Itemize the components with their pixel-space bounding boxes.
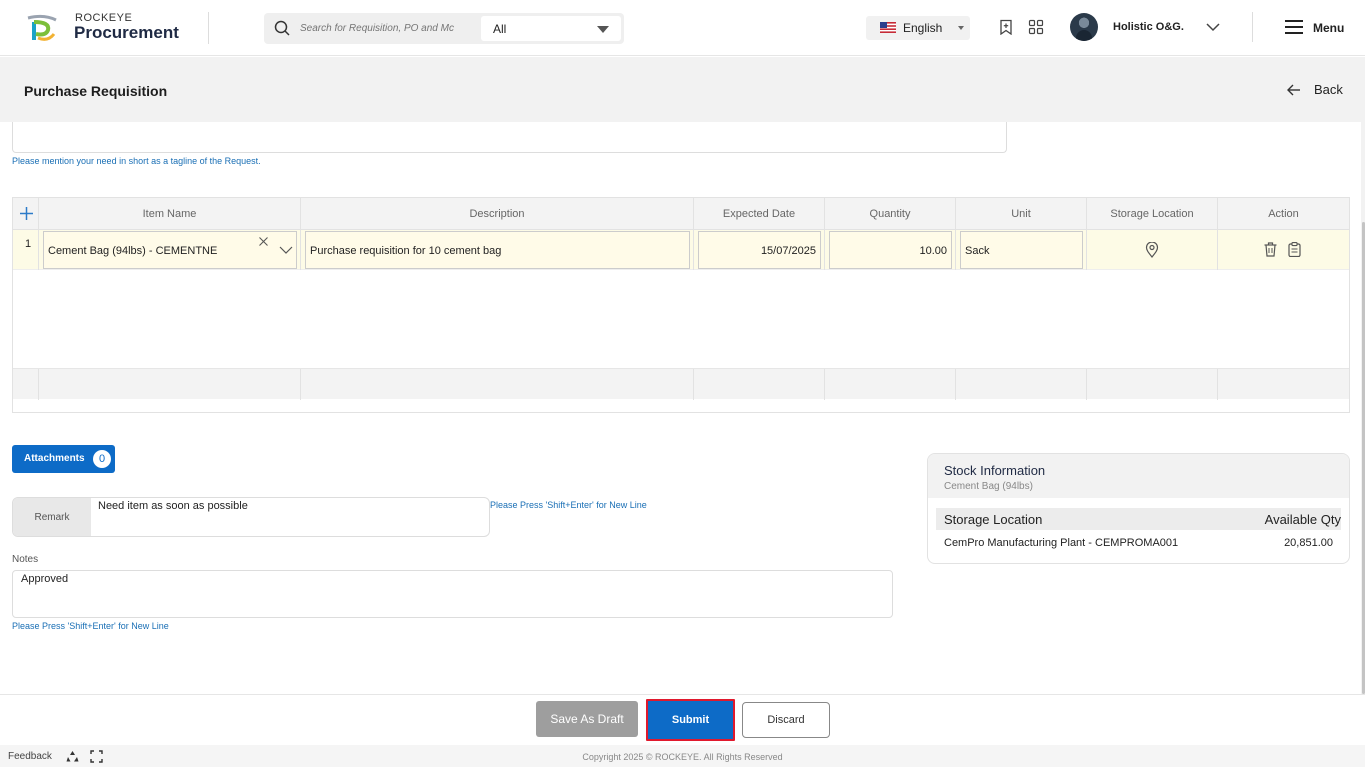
description-input[interactable]: Purchase requisition for 10 cement bag xyxy=(305,231,690,269)
remark-hint: Please Press 'Shift+Enter' for New Line xyxy=(490,500,647,510)
grid-header: Item Name Description Expected Date Quan… xyxy=(13,198,1349,230)
apps-grid-icon[interactable] xyxy=(1028,19,1044,35)
row-number-cell: 1 xyxy=(13,230,39,270)
search-scope-value: All xyxy=(493,22,507,36)
attachments-count-badge: 0 xyxy=(93,450,111,468)
quantity-value: 10.00 xyxy=(919,245,947,257)
back-label: Back xyxy=(1314,82,1343,97)
stock-information-panel: Stock Information Cement Bag (94lbs) Sto… xyxy=(927,453,1350,564)
global-search: All xyxy=(264,13,624,44)
unit-input[interactable]: Sack xyxy=(960,231,1083,269)
page-footer: Feedback Copyright 2025 © ROCKEYE. All R… xyxy=(0,745,1365,767)
user-avatar[interactable] xyxy=(1070,13,1098,41)
column-header-action: Action xyxy=(1268,208,1299,220)
language-selector[interactable]: English xyxy=(866,16,970,40)
header-divider xyxy=(208,12,209,44)
trash-icon[interactable] xyxy=(1264,242,1277,257)
top-header: ROCKEYE Procurement All English xyxy=(0,0,1365,56)
item-name-value: Cement Bag (94lbs) - CEMENTNE xyxy=(48,245,218,257)
page-title-bar: Purchase Requisition Back xyxy=(0,57,1365,122)
page-title: Purchase Requisition xyxy=(24,83,168,99)
stock-table-header: Storage Location Available Qty xyxy=(936,508,1341,530)
grid-footer-cell xyxy=(13,369,39,400)
tagline-input[interactable] xyxy=(12,122,1007,153)
item-name-cell: Cement Bag (94lbs) - CEMENTNE xyxy=(39,230,301,270)
attachments-button[interactable]: Attachments 0 xyxy=(12,445,115,473)
unit-cell: Sack xyxy=(956,230,1087,270)
notes-textarea[interactable]: Approved xyxy=(12,570,893,618)
bookmark-icon[interactable] xyxy=(998,19,1014,35)
form-action-bar: Save As Draft Submit Discard xyxy=(0,694,1365,744)
location-pin-icon[interactable] xyxy=(1145,242,1159,258)
notes-hint: Please Press 'Shift+Enter' for New Line xyxy=(12,621,169,631)
column-header-description[interactable]: Description xyxy=(301,198,694,230)
notes-value: Approved xyxy=(21,573,69,585)
unit-value: Sack xyxy=(965,245,990,257)
header-divider xyxy=(1252,12,1253,42)
grid-footer-cell xyxy=(956,369,1087,400)
grid-footer-cell xyxy=(825,369,956,400)
stock-panel-header: Stock Information Cement Bag (94lbs) xyxy=(928,454,1349,498)
search-input[interactable] xyxy=(300,17,476,40)
copyright-text: Copyright 2025 © ROCKEYE. All Rights Res… xyxy=(582,752,783,762)
stock-qty-value: 20,851.00 xyxy=(1284,537,1333,549)
table-row[interactable]: 1 Cement Bag (94lbs) - CEMENTNE Purchase… xyxy=(13,230,1349,270)
search-scope-select[interactable]: All xyxy=(481,16,621,41)
grid-footer-cell xyxy=(1087,369,1218,400)
column-header-quantity[interactable]: Quantity xyxy=(825,198,956,230)
stock-title: Stock Information xyxy=(944,463,1046,478)
tagline-hint: Please mention your need in short as a t… xyxy=(12,156,261,166)
grid-footer-cell xyxy=(39,369,301,400)
add-row-header[interactable] xyxy=(13,198,39,230)
column-header-expected-date[interactable]: Expected Date xyxy=(694,198,825,230)
grid-footer xyxy=(13,368,1349,400)
us-flag-icon xyxy=(880,22,896,33)
quantity-input[interactable]: 10.00 xyxy=(829,231,952,269)
menu-button[interactable]: Menu xyxy=(1313,21,1344,35)
notes-label: Notes xyxy=(12,554,39,565)
chevron-down-icon[interactable] xyxy=(1205,21,1221,33)
line-items-grid: Item Name Description Expected Date Quan… xyxy=(12,197,1350,413)
save-as-draft-button[interactable]: Save As Draft xyxy=(536,701,638,737)
description-cell: Purchase requisition for 10 cement bag xyxy=(301,230,694,270)
row-number: 1 xyxy=(25,238,32,250)
column-header-unit[interactable]: Unit xyxy=(956,198,1087,230)
remark-label: Remark xyxy=(13,498,91,536)
brand-name-procurement: Procurement xyxy=(74,23,179,42)
remark-field[interactable]: Remark Need item as soon as possible xyxy=(12,497,490,537)
grid-footer-cell xyxy=(694,369,825,400)
grid-footer-cell xyxy=(301,369,694,400)
caret-down-icon xyxy=(958,26,964,30)
action-cell xyxy=(1218,230,1349,270)
quantity-cell: 10.00 xyxy=(825,230,956,270)
submit-button[interactable]: Submit xyxy=(646,699,735,741)
discard-button[interactable]: Discard xyxy=(742,702,830,738)
clipboard-icon[interactable] xyxy=(1288,242,1301,257)
table-row: CemPro Manufacturing Plant - CEMPROMA001… xyxy=(936,536,1341,554)
back-button[interactable]: Back xyxy=(1287,82,1343,97)
chevron-down-icon[interactable] xyxy=(279,246,293,255)
language-label: English xyxy=(903,21,943,35)
description-value: Purchase requisition for 10 cement bag xyxy=(310,245,502,257)
expected-date-cell: 15/07/2025 xyxy=(694,230,825,270)
column-header-item-name[interactable]: Item Name xyxy=(39,198,301,230)
stock-subtitle: Cement Bag (94lbs) xyxy=(944,481,1033,492)
stock-column-qty: Available Qty xyxy=(1264,512,1341,527)
caret-down-icon xyxy=(597,26,609,33)
user-name[interactable]: Holistic O&G. xyxy=(1113,21,1184,33)
arrow-left-icon xyxy=(1287,84,1300,96)
expected-date-input[interactable]: 15/07/2025 xyxy=(698,231,821,269)
column-header-storage-location[interactable]: Storage Location xyxy=(1087,198,1218,230)
storage-location-cell xyxy=(1087,230,1218,270)
plus-icon[interactable] xyxy=(20,207,33,220)
attachments-label: Attachments xyxy=(24,453,85,464)
expected-date-value: 15/07/2025 xyxy=(760,245,816,257)
remark-value[interactable]: Need item as soon as possible xyxy=(98,500,248,512)
stock-column-location: Storage Location xyxy=(944,512,1043,527)
clear-x-icon[interactable] xyxy=(259,237,268,246)
stock-location-value: CemPro Manufacturing Plant - CEMPROMA001 xyxy=(944,537,1179,549)
search-icon[interactable] xyxy=(274,20,290,36)
rockeye-logo-icon[interactable] xyxy=(24,12,64,44)
hamburger-menu-icon[interactable] xyxy=(1285,20,1303,34)
